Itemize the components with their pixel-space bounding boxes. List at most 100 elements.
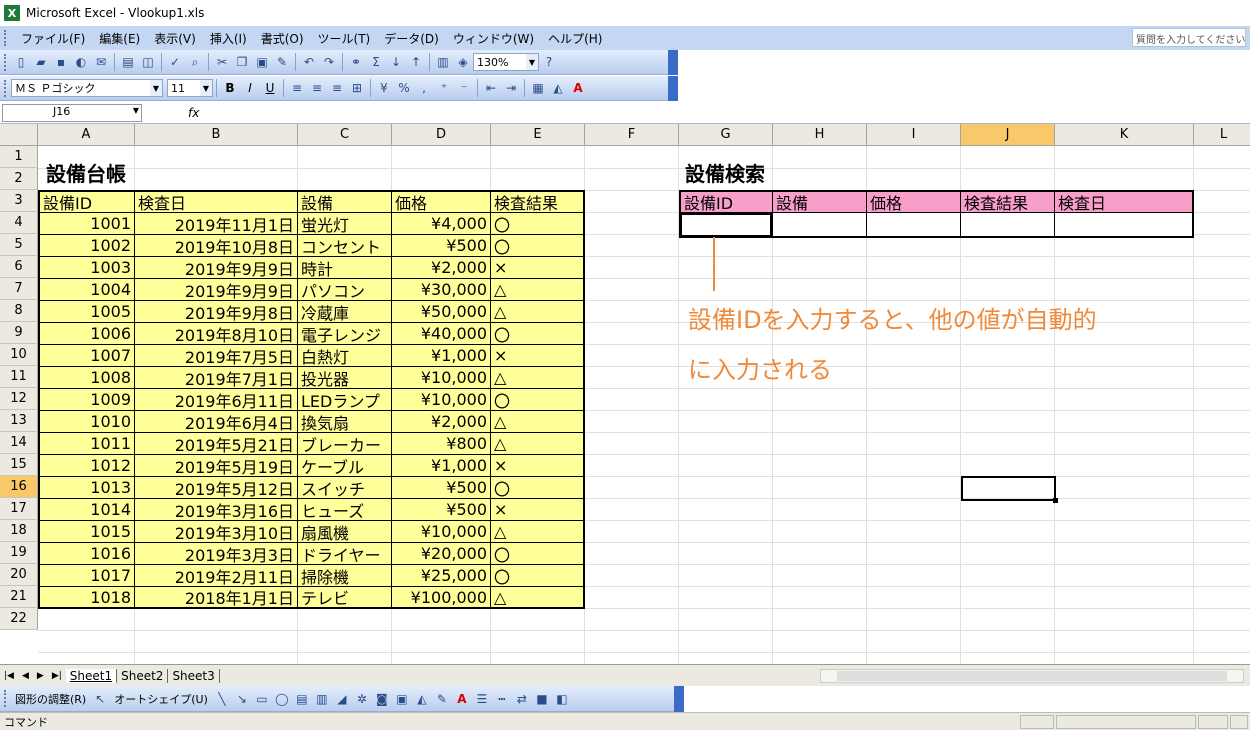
ledger-cell[interactable]: 1018: [38, 587, 135, 609]
drawing-icon[interactable]: ◈: [454, 53, 472, 71]
selected-cell-j16[interactable]: [961, 476, 1058, 503]
column-header-g[interactable]: G: [679, 124, 773, 146]
ledger-cell[interactable]: ケーブル: [298, 455, 392, 477]
tab-sheet2[interactable]: Sheet2: [117, 668, 169, 683]
ledger-cell[interactable]: ¥500: [392, 477, 491, 499]
ledger-cell[interactable]: 2019年5月12日: [135, 477, 298, 499]
row-header-5[interactable]: 5: [0, 234, 38, 256]
ledger-cell[interactable]: 2019年11月1日: [135, 213, 298, 235]
ledger-cell[interactable]: 2019年7月1日: [135, 367, 298, 389]
fill-handle[interactable]: [1053, 498, 1058, 503]
ledger-cell[interactable]: ヒューズ: [298, 499, 392, 521]
ledger-cell[interactable]: 投光器: [298, 367, 392, 389]
chevron-down-icon[interactable]: ▼: [150, 80, 162, 96]
arrow-icon[interactable]: ↘: [233, 690, 251, 708]
ledger-cell[interactable]: 1017: [38, 565, 135, 587]
row-header-6[interactable]: 6: [0, 256, 38, 278]
ledger-cell[interactable]: 1004: [38, 279, 135, 301]
ledger-cell[interactable]: ¥2,000: [392, 257, 491, 279]
open-folder-icon[interactable]: ▰: [32, 53, 50, 71]
textbox-icon[interactable]: ▤: [293, 690, 311, 708]
picture-icon[interactable]: ▣: [393, 690, 411, 708]
name-box[interactable]: J16 ▼: [2, 103, 142, 122]
ledger-cell[interactable]: 2019年9月9日: [135, 279, 298, 301]
ledger-cell[interactable]: ¥500: [392, 235, 491, 257]
row-header-16[interactable]: 16: [0, 476, 38, 498]
ledger-cell[interactable]: ¥1,000: [392, 455, 491, 477]
row-header-3[interactable]: 3: [0, 190, 38, 212]
column-header-h[interactable]: H: [773, 124, 867, 146]
spell-check-icon[interactable]: ✓: [166, 53, 184, 71]
search-id-input[interactable]: [680, 213, 772, 237]
ledger-cell[interactable]: 1014: [38, 499, 135, 521]
help-icon[interactable]: ?: [540, 53, 558, 71]
ledger-cell[interactable]: 1012: [38, 455, 135, 477]
help-search-input[interactable]: 質問を入力してください: [1132, 28, 1246, 47]
copy-icon[interactable]: ❐: [233, 53, 251, 71]
hyperlink-icon[interactable]: ⚭: [347, 53, 365, 71]
cut-icon[interactable]: ✂: [213, 53, 231, 71]
next-sheet-icon[interactable]: ▶: [37, 671, 44, 681]
ledger-cell[interactable]: ×: [491, 499, 585, 521]
ledger-cell[interactable]: 扇風機: [298, 521, 392, 543]
first-sheet-icon[interactable]: |◀: [4, 671, 14, 681]
bold-icon[interactable]: B: [221, 79, 239, 97]
menu-data[interactable]: データ(D): [377, 30, 446, 47]
increase-decimal-icon[interactable]: ⁺: [435, 79, 453, 97]
ledger-cell[interactable]: 換気扇: [298, 411, 392, 433]
line-icon[interactable]: ╲: [213, 690, 231, 708]
column-header-j[interactable]: J: [961, 124, 1055, 146]
toolbar-options-icon[interactable]: [674, 685, 684, 712]
ledger-cell[interactable]: 2018年1月1日: [135, 587, 298, 609]
ledger-cell[interactable]: △: [491, 433, 585, 455]
menu-edit[interactable]: 編集(E): [92, 30, 147, 47]
ledger-cell[interactable]: 2019年3月10日: [135, 521, 298, 543]
arrow-style-icon[interactable]: ⇄: [513, 690, 531, 708]
row-header-8[interactable]: 8: [0, 300, 38, 322]
underline-icon[interactable]: U: [261, 79, 279, 97]
save-icon[interactable]: ▪: [52, 53, 70, 71]
chevron-down-icon[interactable]: ▼: [133, 106, 139, 115]
column-header-f[interactable]: F: [585, 124, 679, 146]
menu-tools[interactable]: ツール(T): [311, 30, 378, 47]
row-header-22[interactable]: 22: [0, 608, 38, 630]
row-header-17[interactable]: 17: [0, 498, 38, 520]
ledger-cell[interactable]: 〇: [491, 323, 585, 345]
ledger-cell[interactable]: 掃除機: [298, 565, 392, 587]
ledger-cell[interactable]: 2019年3月3日: [135, 543, 298, 565]
align-right-icon[interactable]: ≡: [328, 79, 346, 97]
ledger-cell[interactable]: 1010: [38, 411, 135, 433]
clipart-icon[interactable]: ◙: [373, 690, 391, 708]
font-name-select[interactable]: ＭＳ Ｐゴシック ▼: [11, 79, 163, 97]
merge-center-icon[interactable]: ⊞: [348, 79, 366, 97]
ledger-cell[interactable]: 冷蔵庫: [298, 301, 392, 323]
row-header-10[interactable]: 10: [0, 344, 38, 366]
3d-icon[interactable]: ◧: [553, 690, 571, 708]
ledger-cell[interactable]: ¥50,000: [392, 301, 491, 323]
row-header-12[interactable]: 12: [0, 388, 38, 410]
row-header-13[interactable]: 13: [0, 410, 38, 432]
ledger-cell[interactable]: 〇: [491, 565, 585, 587]
ledger-cell[interactable]: △: [491, 587, 585, 609]
ledger-cell[interactable]: 蛍光灯: [298, 213, 392, 235]
wordart-icon[interactable]: ◢: [333, 690, 351, 708]
shadow-icon[interactable]: ■: [533, 690, 551, 708]
toolbar-options-icon[interactable]: [668, 75, 678, 101]
ledger-cell[interactable]: ¥30,000: [392, 279, 491, 301]
increase-indent-icon[interactable]: ⇥: [502, 79, 520, 97]
ledger-cell[interactable]: パソコン: [298, 279, 392, 301]
rectangle-icon[interactable]: ▭: [253, 690, 271, 708]
ledger-cell[interactable]: ×: [491, 345, 585, 367]
autosum-icon[interactable]: Σ: [367, 53, 385, 71]
font-color-icon[interactable]: A: [453, 690, 471, 708]
ledger-cell[interactable]: 1011: [38, 433, 135, 455]
ledger-cell[interactable]: 〇: [491, 235, 585, 257]
font-size-select[interactable]: 11 ▼: [167, 79, 213, 97]
row-header-14[interactable]: 14: [0, 432, 38, 454]
ledger-cell[interactable]: 1016: [38, 543, 135, 565]
row-header-1[interactable]: 1: [0, 146, 38, 168]
ledger-cell[interactable]: ¥10,000: [392, 521, 491, 543]
dash-style-icon[interactable]: ┅: [493, 690, 511, 708]
ledger-cell[interactable]: 1001: [38, 213, 135, 235]
decrease-decimal-icon[interactable]: ⁻: [455, 79, 473, 97]
